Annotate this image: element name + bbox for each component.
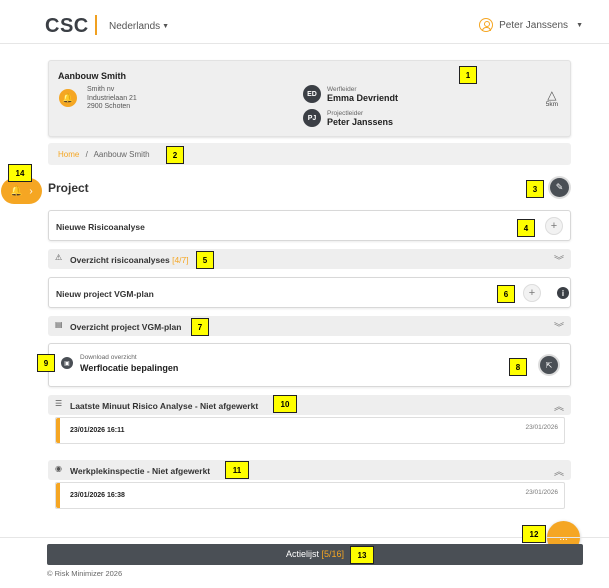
avatar: ED bbox=[303, 85, 321, 103]
road-icon: △ bbox=[547, 88, 557, 102]
annotation-marker: 1 bbox=[459, 66, 477, 84]
user-menu[interactable]: Peter Janssens ▼ bbox=[479, 18, 583, 32]
breadcrumb: Home / Aanbouw Smith bbox=[48, 143, 571, 165]
inspection-section-header[interactable]: ◉ Werkplekinspectie - Niet afgewerkt ︽ bbox=[48, 460, 571, 480]
export-button[interactable]: ⇱ bbox=[540, 356, 558, 374]
top-navbar: CSC Nederlands ▼ Peter Janssens ▼ bbox=[0, 0, 609, 44]
role-label: Projectleider bbox=[327, 109, 364, 117]
entry-date: 23/01/2026 bbox=[525, 489, 558, 496]
download-subtitle: Download overzicht bbox=[80, 354, 137, 361]
breadcrumb-separator: / bbox=[85, 150, 88, 159]
annotation-marker: 2 bbox=[166, 146, 184, 164]
project-summary-card: Aanbouw Smith 🔔 Smith nv Industrielaan 2… bbox=[48, 60, 571, 137]
breadcrumb-current: Aanbouw Smith bbox=[93, 150, 150, 159]
logo[interactable]: CSC bbox=[45, 15, 89, 38]
entry-datetime: 23/01/2026 16:38 bbox=[70, 492, 125, 499]
address-line: 2900 Schoten bbox=[87, 103, 131, 110]
action-list-count: [5/16] bbox=[321, 549, 345, 559]
section-label: Overzicht risicoanalyses [4/7] bbox=[70, 255, 189, 265]
download-overview-card: ▣ Download overzicht Werflocatie bepalin… bbox=[48, 343, 571, 387]
annotation-marker: 9 bbox=[37, 354, 55, 372]
annotation-marker: 3 bbox=[526, 180, 544, 198]
risk-count: [4/7] bbox=[172, 254, 189, 265]
add-risk-analysis-button[interactable]: + bbox=[545, 217, 563, 235]
download-title: Werflocatie bepalingen bbox=[80, 363, 179, 373]
document-icon: ▤ bbox=[55, 320, 63, 329]
annotation-marker: 14 bbox=[8, 164, 32, 182]
person-name: Emma Devriendt bbox=[327, 92, 399, 103]
user-name: Peter Janssens bbox=[499, 19, 569, 31]
entry-date: 23/01/2026 bbox=[525, 424, 558, 431]
breadcrumb-home[interactable]: Home bbox=[58, 150, 79, 159]
avatar: PJ bbox=[303, 109, 321, 127]
warning-icon: ⚠ bbox=[55, 253, 63, 262]
chevron-up-icon[interactable]: ︽ bbox=[554, 463, 564, 478]
overview-vgm-plan-header[interactable]: ▤ Overzicht project VGM-plan ︾ bbox=[48, 316, 571, 336]
annotation-marker: 13 bbox=[350, 546, 374, 564]
eye-icon: ◉ bbox=[55, 464, 62, 473]
address-line: Industrielaan 21 bbox=[87, 94, 137, 102]
section-title: Overzicht project VGM-plan bbox=[70, 321, 182, 332]
caret-down-icon: ▼ bbox=[162, 23, 170, 30]
page-title: Project bbox=[48, 181, 89, 195]
project-name: Aanbouw Smith bbox=[58, 71, 126, 81]
download-icon: ▣ bbox=[61, 357, 73, 369]
client-address: Smith nv Industrielaan 21 2900 Schoten bbox=[87, 86, 137, 112]
chevron-right-icon: › bbox=[29, 185, 33, 197]
projectleider-info: PJ Projectleider Peter Janssens bbox=[303, 109, 393, 127]
annotation-marker: 10 bbox=[273, 395, 297, 413]
bell-icon: 🔔 bbox=[59, 89, 77, 107]
new-risk-analysis-label: Nieuwe Risicoanalyse bbox=[56, 222, 145, 232]
user-icon bbox=[479, 18, 494, 32]
lmra-section-header[interactable]: ☰ Laatste Minuut Risico Analyse - Niet a… bbox=[48, 395, 571, 415]
entry-datetime: 23/01/2026 16:11 bbox=[70, 427, 125, 434]
footer-divider bbox=[0, 537, 609, 538]
language-label: Nederlands bbox=[109, 21, 161, 32]
action-list-label: Actielijst bbox=[285, 549, 319, 559]
edit-project-button[interactable]: ✎ bbox=[550, 178, 569, 197]
inspection-entry[interactable]: 23/01/2026 16:38 23/01/2026 bbox=[55, 482, 565, 509]
section-title: Overzicht risicoanalyses bbox=[70, 254, 170, 265]
annotation-marker: 4 bbox=[517, 219, 535, 237]
chevron-up-icon[interactable]: ︽ bbox=[554, 398, 564, 413]
plus-icon: + bbox=[528, 287, 536, 299]
werfleider-info: ED Werfleider Emma Devriendt bbox=[303, 85, 398, 103]
copyright: © Risk Minimizer 2026 bbox=[47, 569, 123, 578]
role-label: Werfleider bbox=[327, 85, 357, 93]
section-title: Laatste Minuut Risico Analyse - Niet afg… bbox=[70, 400, 259, 411]
action-list-button[interactable]: Actielijst [5/16] bbox=[47, 544, 583, 565]
plus-icon: + bbox=[550, 220, 558, 232]
overview-risk-analyses-header[interactable]: ⚠ Overzicht risicoanalyses [4/7] ︾ bbox=[48, 249, 571, 269]
new-risk-analysis-row[interactable]: Nieuwe Risicoanalyse + bbox=[48, 210, 571, 241]
distance-indicator: △ 5km bbox=[546, 89, 558, 108]
status-stripe bbox=[56, 418, 60, 443]
new-vgm-plan-row[interactable]: Nieuw project VGM-plan + bbox=[48, 277, 571, 308]
annotation-marker: 8 bbox=[509, 358, 527, 376]
bell-icon: 🔔 bbox=[10, 185, 23, 197]
status-stripe bbox=[56, 483, 60, 508]
section-title: Werkplekinspectie - Niet afgewerkt bbox=[70, 465, 211, 476]
annotation-marker: 7 bbox=[191, 318, 209, 336]
caret-down-icon: ▼ bbox=[576, 21, 583, 29]
annotation-marker: 6 bbox=[497, 285, 515, 303]
distance-value: 5km bbox=[545, 101, 558, 108]
annotation-marker: 5 bbox=[196, 251, 214, 269]
checklist-icon: ☰ bbox=[55, 399, 63, 408]
new-vgm-plan-label: Nieuw project VGM-plan bbox=[56, 289, 154, 299]
chevron-down-icon[interactable]: ︾ bbox=[554, 252, 564, 267]
language-selector[interactable]: Nederlands ▼ bbox=[109, 21, 169, 32]
chevron-down-icon[interactable]: ︾ bbox=[554, 319, 564, 334]
info-icon[interactable]: i bbox=[557, 287, 569, 299]
annotation-marker: 12 bbox=[522, 525, 546, 543]
annotation-marker: 11 bbox=[225, 461, 249, 479]
lmra-entry[interactable]: 23/01/2026 16:11 23/01/2026 bbox=[55, 417, 565, 444]
pencil-icon: ✎ bbox=[555, 182, 564, 192]
add-vgm-plan-button[interactable]: + bbox=[523, 284, 541, 302]
export-icon: ⇱ bbox=[545, 360, 553, 370]
person-name: Peter Janssens bbox=[327, 116, 394, 127]
logo-divider bbox=[95, 15, 97, 35]
address-line: Smith nv bbox=[87, 86, 115, 93]
